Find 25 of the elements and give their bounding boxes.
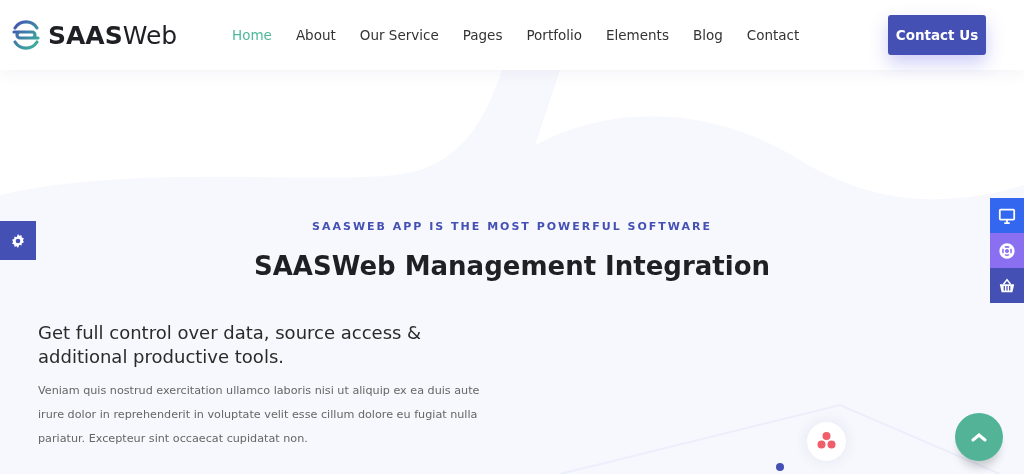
lifebuoy-icon <box>998 241 1016 260</box>
hero-body: Veniam quis nostrud exercitation ullamco laboris nisi ut aliquip ex ea duis aute irure dolor in reprehenderit in voluptate velit esse cillum dolore eu fugiat nulla pariatur. Excepteur sint occaecat cupidatat non. <box>38 383 481 447</box>
chevron-up-icon <box>971 432 987 442</box>
side-tab[interactable] <box>990 198 1024 233</box>
hero-title: SAASWeb Management Integration <box>253 251 771 281</box>
settings-tab[interactable] <box>0 221 36 260</box>
logo-icon <box>10 19 42 51</box>
nav-link[interactable]: Contact <box>746 27 800 43</box>
nav-link[interactable]: About <box>295 27 336 43</box>
settings-icon <box>10 232 26 249</box>
logo-text: SAASWeb <box>48 20 178 50</box>
monitor-icon <box>998 206 1016 225</box>
nav-link[interactable]: Elements <box>606 27 669 43</box>
three-dots-logo-icon <box>807 422 846 461</box>
side-tab[interactable] <box>990 268 1024 303</box>
nav-link[interactable]: Portfolio <box>526 27 582 43</box>
dot-icon <box>776 463 784 471</box>
nav-link[interactable]: Our Service <box>359 27 439 43</box>
contact-us-button[interactable]: Contact Us <box>888 15 986 55</box>
nav-link[interactable]: Pages <box>462 27 503 43</box>
hero-eyebrow: SAASWEB APP IS THE MOST POWERFUL SOFTWARE <box>312 220 712 233</box>
side-tab[interactable] <box>990 233 1024 268</box>
nav-link[interactable]: Blog <box>692 27 723 43</box>
hero-lead: Get full control over data, source access & additional productive tools. <box>38 321 423 369</box>
basket-icon <box>998 276 1016 295</box>
